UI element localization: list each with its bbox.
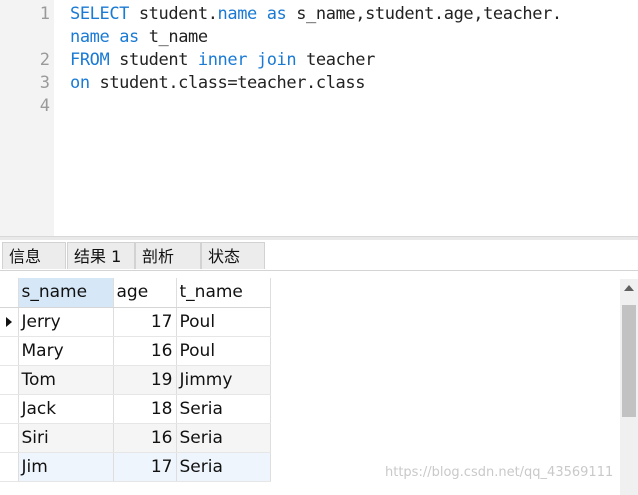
code-line[interactable]: name as t_name — [0, 26, 638, 49]
cell-t-name[interactable]: Poul — [176, 307, 271, 337]
result-tab-bar: 信息 结果 1 剖析 状态 — [0, 240, 638, 271]
sql-keyword: SELECT — [70, 4, 130, 24]
line-number: 2 — [39, 50, 50, 70]
sql-text: student. — [129, 4, 218, 24]
cell-age[interactable]: 18 — [113, 394, 177, 424]
line-number: 3 — [39, 73, 50, 93]
tab-status[interactable]: 状态 — [201, 242, 265, 269]
cell-t-name[interactable]: Seria — [176, 394, 271, 424]
code-line[interactable]: 1 SELECT student.name as s_name,student.a… — [0, 3, 638, 26]
table-row[interactable]: Jack 18 Seria — [0, 394, 271, 424]
tab-info[interactable]: 信息 — [2, 242, 66, 269]
column-header-s-name[interactable]: s_name — [18, 278, 114, 308]
sql-keyword: on — [70, 73, 90, 93]
line-number: 1 — [39, 4, 50, 24]
cell-s-name[interactable]: Jack — [18, 394, 114, 424]
vertical-scrollbar[interactable] — [620, 279, 638, 495]
row-indicator[interactable] — [0, 394, 19, 424]
row-indicator[interactable] — [0, 336, 19, 366]
result-table: s_name age t_name Jerry 17 Poul Mary 16 Poul T… — [0, 278, 271, 482]
sql-text: t_name — [138, 27, 208, 47]
scroll-up-arrow-icon[interactable] — [624, 285, 634, 291]
result-rows: Jerry 17 Poul Mary 16 Poul Tom 19 Jimmy Jack 18 Ser… — [0, 307, 271, 482]
cell-s-name[interactable]: Mary — [18, 336, 114, 366]
cell-age[interactable]: 16 — [113, 336, 177, 366]
watermark-text: https://blog.csdn.net/qq_43569111 — [385, 465, 614, 480]
sql-keyword: as — [266, 4, 287, 24]
code-text: FROM student inner join teacher — [70, 49, 375, 72]
cell-s-name[interactable]: Jerry — [18, 307, 114, 337]
line-number: 4 — [39, 96, 50, 116]
code-line[interactable]: 4 — [0, 95, 638, 118]
sql-keyword: name — [217, 4, 258, 24]
cell-age[interactable]: 17 — [113, 307, 177, 337]
cell-age[interactable]: 19 — [113, 365, 177, 395]
cell-t-name[interactable]: Jimmy — [176, 365, 271, 395]
cell-s-name[interactable]: Tom — [18, 365, 114, 395]
cell-age[interactable]: 17 — [113, 452, 177, 482]
result-grid[interactable]: s_name age t_name Jerry 17 Poul Mary 16 Poul T… — [0, 271, 638, 495]
sql-keyword: as — [119, 27, 139, 47]
row-indicator[interactable] — [0, 307, 19, 337]
row-indicator[interactable] — [0, 452, 19, 482]
sql-keyword: FROM — [70, 50, 110, 70]
code-line[interactable]: 3 on student.class=teacher.class — [0, 72, 638, 95]
sql-keyword: name — [70, 27, 110, 47]
sql-keyword: join — [256, 50, 297, 70]
cell-s-name[interactable]: Jim — [18, 452, 114, 482]
cell-t-name[interactable]: Poul — [176, 336, 271, 366]
cell-s-name[interactable]: Siri — [18, 423, 114, 453]
sql-text: teacher — [296, 50, 375, 70]
table-header-row: s_name age t_name — [0, 278, 271, 308]
table-row[interactable]: Siri 16 Seria — [0, 423, 271, 453]
sql-editor[interactable]: 1 SELECT student.name as s_name,student.a… — [0, 0, 638, 236]
row-indicator-header — [0, 278, 19, 308]
cell-age[interactable]: 16 — [113, 423, 177, 453]
sql-keyword: inner — [197, 50, 248, 70]
row-indicator[interactable] — [0, 423, 19, 453]
sql-text: student — [109, 50, 198, 70]
table-row[interactable]: Jim 17 Seria — [0, 452, 271, 482]
code-line[interactable]: 2 FROM student inner join teacher — [0, 49, 638, 72]
table-row[interactable]: Jerry 17 Poul — [0, 307, 271, 337]
table-row[interactable]: Tom 19 Jimmy — [0, 365, 271, 395]
tab-profile[interactable]: 剖析 — [135, 242, 201, 269]
sql-text: student.class=teacher.class — [89, 73, 366, 93]
tab-result-1[interactable]: 结果 1 — [67, 242, 135, 269]
table-row[interactable]: Mary 16 Poul — [0, 336, 271, 366]
row-indicator[interactable] — [0, 365, 19, 395]
sql-text: s_name,student.age,teacher. — [286, 4, 562, 24]
column-header-age[interactable]: age — [113, 278, 177, 308]
cell-t-name[interactable]: Seria — [176, 423, 271, 453]
scrollbar-thumb[interactable] — [622, 305, 636, 417]
current-row-arrow-icon — [5, 316, 12, 327]
code-text: SELECT student.name as s_name,student.ag… — [70, 3, 562, 26]
column-header-t-name[interactable]: t_name — [176, 278, 271, 308]
cell-t-name[interactable]: Seria — [176, 452, 271, 482]
code-text: on student.class=teacher.class — [70, 72, 365, 95]
code-text: name as t_name — [70, 26, 208, 49]
